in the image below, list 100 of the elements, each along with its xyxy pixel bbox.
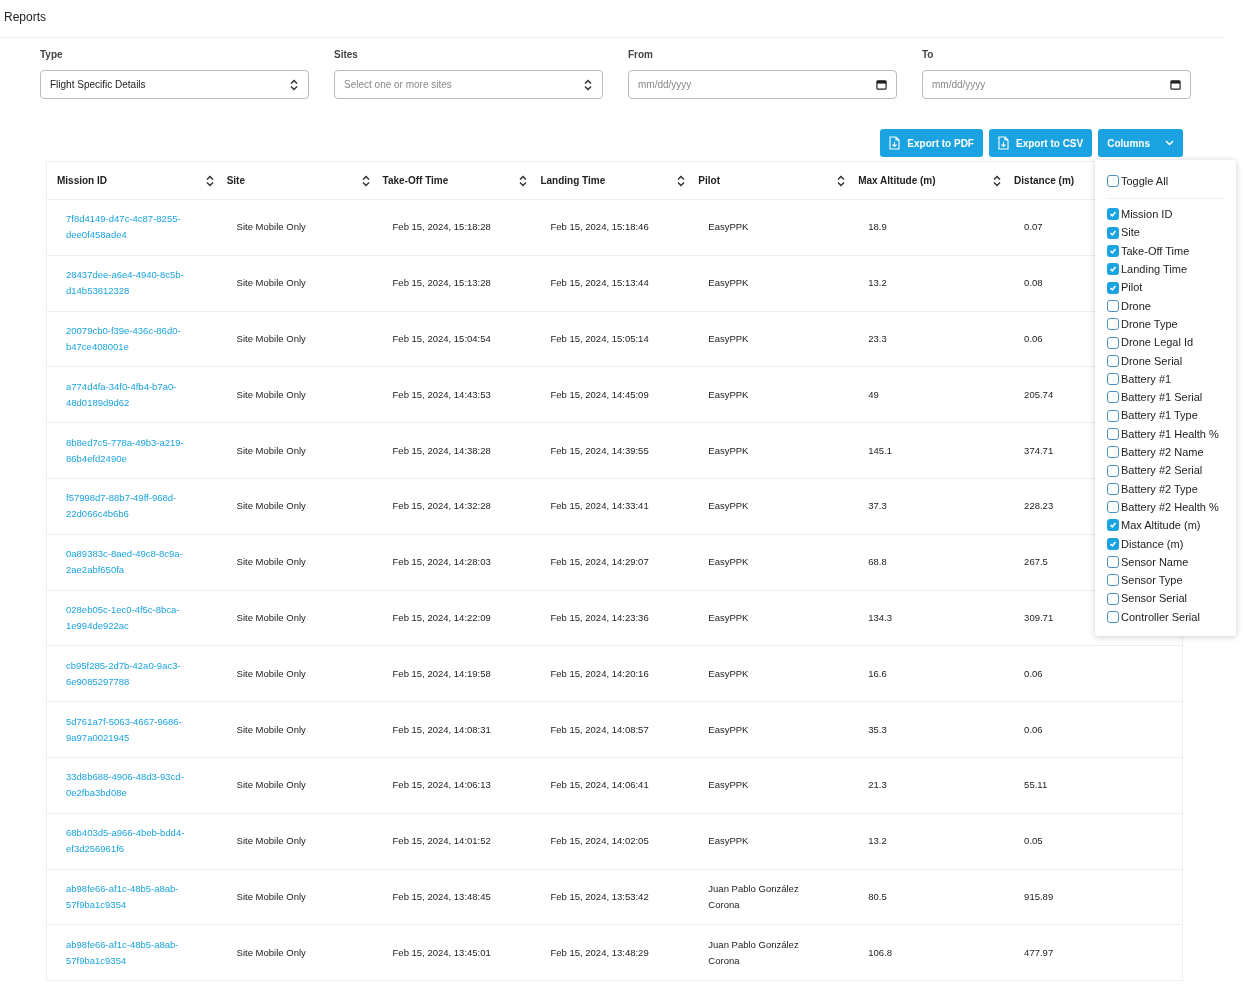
column-option-label: Battery #2 Serial — [1121, 463, 1203, 479]
export-button[interactable]: Export to CSV — [989, 129, 1093, 157]
table-cell-text: Site Mobile Only — [236, 276, 306, 291]
column-header[interactable]: Take-Off Time — [382, 173, 449, 188]
date-field[interactable]: mm/dd/yyyy — [628, 70, 897, 99]
mission-id-link[interactable]: cb95f285-2d7b-42a0-9ac3-6e9085297788 — [66, 657, 194, 690]
table-cell-text: Feb 15, 2024, 13:53:42 — [550, 889, 649, 904]
table-cell-text: Feb 15, 2024, 14:20:16 — [550, 666, 649, 681]
table-cell-text: EasyPPK — [708, 220, 749, 235]
table-cell-text: 228.23 — [1024, 499, 1054, 514]
column-option-label: Drone Serial — [1121, 353, 1183, 369]
column-option-label: Controller Serial — [1121, 609, 1200, 625]
table-cell-text: Feb 15, 2024, 13:48:45 — [392, 889, 491, 904]
table-cell-text: 55.11 — [1024, 778, 1048, 793]
table-cell-text: 205.74 — [1024, 387, 1054, 402]
checkbox[interactable] — [1107, 464, 1119, 477]
checkbox[interactable] — [1107, 245, 1119, 258]
table-cell-text: Site Mobile Only — [236, 332, 306, 346]
date-field[interactable]: mm/dd/yyyy — [922, 70, 1191, 99]
column-header[interactable]: Max Altitude (m) — [858, 173, 936, 188]
checkbox[interactable] — [1107, 446, 1119, 459]
select-field[interactable]: Flight Specific Details — [40, 70, 309, 99]
mission-id-link[interactable]: 28437dee-a6e4-4940-8c5b-d14b53812328 — [66, 267, 194, 300]
table-cell-text: Feb 15, 2024, 15:13:28 — [392, 276, 491, 291]
checkbox[interactable] — [1107, 226, 1119, 239]
mission-id-link[interactable]: 8b8ed7c5-778a-49b3-a219-86b4efd2490e — [66, 434, 194, 467]
table-cell-text: Feb 15, 2024, 14:01:52 — [392, 834, 491, 849]
table-cell-text: Feb 15, 2024, 14:33:41 — [550, 499, 649, 514]
field-placeholder: mm/dd/yyyy — [932, 78, 986, 92]
table-cell-text: 267.5 — [1024, 555, 1048, 570]
checkbox[interactable] — [1107, 537, 1119, 550]
mission-id-link[interactable]: 33d8b688-4906-48d3-93cd-0e2fba3bd08e — [66, 769, 194, 802]
table-cell-text: EasyPPK — [708, 722, 749, 737]
table-cell-text: Feb 15, 2024, 15:04:54 — [392, 332, 491, 346]
table-cell-text: Feb 15, 2024, 14:19:58 — [392, 666, 491, 681]
table-cell-text: Feb 15, 2024, 14:38:28 — [392, 443, 491, 458]
mission-id-link[interactable]: 68b403d5-a966-4beb-bdd4-ef3d256961f6 — [66, 825, 194, 858]
checkbox[interactable] — [1107, 556, 1119, 569]
table-cell-text: Feb 15, 2024, 14:02:05 — [550, 834, 649, 849]
column-option-label: Site — [1121, 225, 1140, 241]
checkbox[interactable] — [1107, 574, 1119, 587]
column-option-label: Battery #1 Type — [1121, 408, 1198, 424]
column-option-label: Battery #2 Type — [1121, 481, 1198, 497]
column-option-label: Sensor Type — [1121, 573, 1183, 589]
mission-id-link[interactable]: 5d761a7f-5063-4667-9686-9a97a0021945 — [66, 713, 194, 746]
field-label: To — [922, 48, 935, 62]
export-button[interactable]: Export to PDF — [880, 129, 983, 157]
mission-id-link[interactable]: 0a89383c-8aed-49c8-8c9a-2ae2abf650fa — [66, 546, 194, 579]
checkbox[interactable] — [1107, 482, 1119, 495]
column-option-label: Drone — [1121, 298, 1151, 314]
table-cell-text: EasyPPK — [708, 499, 749, 514]
column-option-label: Pilot — [1121, 280, 1143, 296]
mission-id-link[interactable]: f57998d7-88b7-49ff-968d-22d066c4b6b6 — [66, 490, 194, 523]
table-cell-text: Feb 15, 2024, 14:32:28 — [392, 499, 491, 514]
mission-id-link[interactable]: ab98fe66-af1c-48b5-a8ab-57f9ba1c9354 — [66, 880, 194, 913]
table-cell-text: Feb 15, 2024, 13:48:29 — [550, 945, 649, 960]
checkbox[interactable] — [1107, 281, 1119, 294]
checkbox[interactable] — [1107, 428, 1119, 440]
table-cell-text: Feb 15, 2024, 14:08:57 — [550, 722, 649, 737]
checkbox[interactable] — [1107, 592, 1119, 605]
checkbox[interactable] — [1107, 373, 1119, 386]
checkbox[interactable] — [1107, 318, 1119, 331]
table-cell-text: EasyPPK — [708, 834, 749, 849]
checkbox[interactable] — [1107, 263, 1119, 276]
select-field[interactable]: Select one or more sites — [334, 70, 603, 99]
checkbox[interactable] — [1107, 208, 1119, 221]
mission-id-link[interactable]: 20079cb0-f39e-436c-86d0-b47ce408001e — [66, 323, 194, 355]
table-cell-text: Feb 15, 2024, 13:45:01 — [392, 945, 491, 960]
column-header[interactable]: Site — [226, 173, 245, 188]
table-cell-text: 13.2 — [868, 276, 887, 291]
checkbox[interactable] — [1107, 409, 1119, 422]
checkbox[interactable] — [1107, 519, 1119, 532]
field-placeholder: mm/dd/yyyy — [638, 78, 692, 92]
checkbox[interactable] — [1107, 610, 1119, 623]
mission-id-link[interactable]: 028eb05c-1ec0-4f5c-8bca-1e994de922ac — [66, 601, 194, 634]
checkbox[interactable] — [1107, 354, 1119, 367]
checkbox[interactable] — [1107, 299, 1119, 312]
checkbox[interactable] — [1107, 391, 1119, 404]
checkbox[interactable] — [1107, 336, 1119, 349]
table-cell-text: 477.97 — [1024, 945, 1054, 960]
checkbox[interactable] — [1107, 501, 1119, 514]
column-option-label: Battery #2 Health % — [1121, 499, 1219, 515]
table-cell-text: Site Mobile Only — [236, 555, 306, 570]
mission-id-link[interactable]: a774d4fa-34f0-4fb4-b7a0-48d0189d9d62 — [66, 378, 194, 411]
mission-id-link[interactable]: ab98fe66-af1c-48b5-a8ab-57f9ba1c9354 — [66, 936, 194, 969]
column-header[interactable]: Mission ID — [57, 173, 107, 188]
column-header[interactable]: Distance (m) — [1014, 173, 1075, 188]
calendar-icon[interactable] — [1170, 79, 1181, 90]
table-cell-text: Feb 15, 2024, 14:43:53 — [392, 387, 491, 402]
checkbox[interactable] — [1107, 175, 1119, 188]
calendar-icon[interactable] — [876, 79, 887, 90]
column-header[interactable]: Landing Time — [540, 173, 606, 188]
mission-id-link[interactable]: 7f8d4149-d47c-4c87-8255-dee0f458ade4 — [66, 211, 194, 244]
field-label: From — [628, 48, 654, 62]
table-cell-text: 145.1 — [868, 443, 892, 458]
updown-icon — [289, 78, 299, 91]
column-option-label: Drone Type — [1121, 316, 1178, 332]
column-header[interactable]: Pilot — [698, 173, 720, 188]
columns-button[interactable]: Columns — [1098, 129, 1183, 157]
table-cell-text: 309.71 — [1024, 610, 1054, 625]
